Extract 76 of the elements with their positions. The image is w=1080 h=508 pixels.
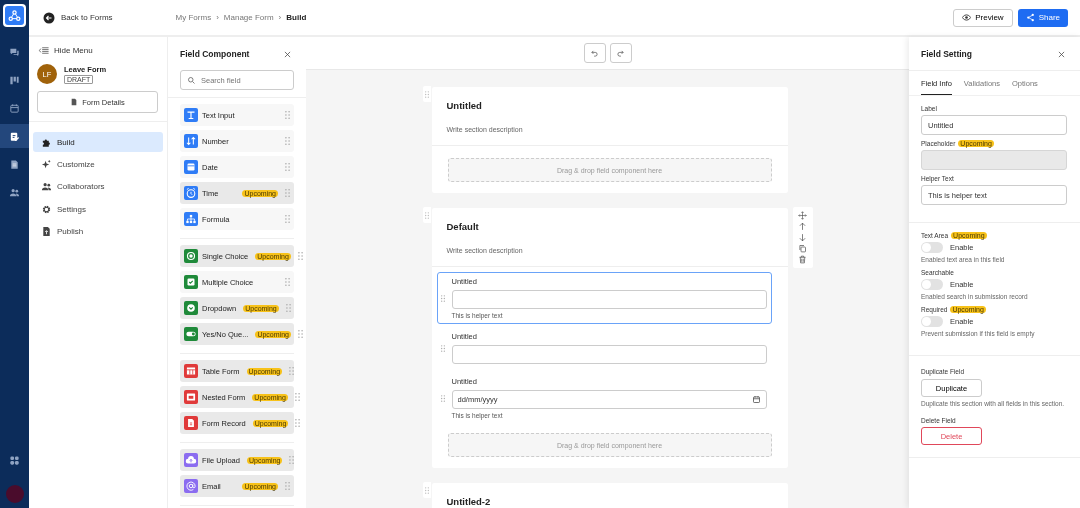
document-icon bbox=[70, 98, 79, 106]
drag-handle-icon[interactable] bbox=[297, 252, 303, 260]
panel-title: Field Component bbox=[180, 49, 250, 59]
drag-handle-icon[interactable] bbox=[285, 278, 290, 286]
breadcrumb-separator: › bbox=[278, 13, 282, 22]
drag-handle-icon[interactable] bbox=[295, 419, 301, 427]
drag-handle-icon[interactable] bbox=[289, 367, 295, 375]
apps-grid-icon[interactable] bbox=[9, 455, 20, 466]
eye-icon bbox=[962, 13, 972, 22]
drag-handle-icon[interactable] bbox=[285, 482, 290, 490]
drag-handle-icon[interactable] bbox=[294, 393, 300, 401]
drag-handle-icon[interactable] bbox=[285, 111, 290, 119]
section-drag-handle[interactable] bbox=[422, 207, 431, 223]
breadcrumb-link[interactable]: Build bbox=[286, 13, 307, 22]
move-icon[interactable] bbox=[798, 211, 807, 220]
chat-icon[interactable] bbox=[9, 46, 20, 58]
back-arrow-icon bbox=[43, 11, 55, 24]
menu-item[interactable]: Build bbox=[33, 132, 163, 152]
preview-button[interactable]: Preview bbox=[953, 8, 1013, 27]
share-button[interactable]: Share bbox=[1017, 8, 1068, 27]
calendar-icon[interactable] bbox=[751, 395, 761, 404]
panel-title: Field Setting bbox=[921, 49, 972, 59]
hide-menu-button[interactable]: Hide Menu bbox=[33, 45, 93, 56]
settings-icon bbox=[41, 203, 52, 215]
arrow-down-icon[interactable] bbox=[798, 233, 807, 242]
user-avatar[interactable] bbox=[5, 485, 24, 503]
close-icon[interactable] bbox=[1057, 49, 1066, 59]
app-logo[interactable] bbox=[3, 4, 26, 27]
menu-item[interactable]: Publish bbox=[33, 221, 163, 242]
board-icon[interactable] bbox=[9, 74, 20, 86]
section-title: Default bbox=[446, 221, 480, 234]
clipboard-icon[interactable] bbox=[9, 130, 20, 142]
toggle-switch[interactable] bbox=[921, 242, 943, 253]
breadcrumb-link[interactable]: My Forms bbox=[175, 13, 212, 22]
section-title: Untitled bbox=[446, 100, 483, 113]
drag-handle-icon[interactable] bbox=[285, 304, 291, 312]
trash-icon[interactable] bbox=[798, 255, 807, 264]
drag-handle-icon[interactable] bbox=[285, 189, 290, 197]
menu-item[interactable]: Customize bbox=[33, 154, 163, 175]
toggle-switch[interactable] bbox=[921, 316, 943, 327]
document-icon[interactable] bbox=[9, 158, 20, 170]
calendar-icon[interactable] bbox=[9, 102, 20, 114]
close-icon[interactable] bbox=[283, 49, 292, 59]
menu-item[interactable]: Settings bbox=[33, 199, 163, 220]
undo-icon bbox=[590, 48, 599, 58]
breadcrumb-separator: › bbox=[216, 13, 219, 22]
back-button[interactable]: Back to Forms bbox=[43, 11, 113, 24]
section-drag-handle[interactable] bbox=[422, 482, 431, 498]
drag-handle-icon[interactable] bbox=[289, 456, 295, 464]
users-icon bbox=[41, 181, 52, 193]
section-drag-handle[interactable] bbox=[422, 86, 431, 102]
redo-icon bbox=[616, 48, 625, 58]
share-icon bbox=[1025, 13, 1035, 22]
section-title: Untitled-2 bbox=[446, 496, 492, 508]
input-field[interactable] bbox=[451, 345, 767, 364]
copy-icon[interactable] bbox=[798, 244, 807, 253]
drag-handle-icon[interactable] bbox=[285, 137, 290, 145]
nav-rail-button[interactable] bbox=[0, 124, 29, 148]
drag-handle-icon[interactable] bbox=[440, 344, 445, 352]
drag-handle-icon[interactable] bbox=[285, 163, 290, 171]
breadcrumb-link[interactable]: Manage Form bbox=[223, 13, 274, 22]
document-upload-icon bbox=[41, 226, 52, 238]
arrow-up-icon[interactable] bbox=[798, 222, 807, 231]
redo-button[interactable] bbox=[609, 43, 632, 63]
drag-handle-icon[interactable] bbox=[297, 330, 303, 338]
menu-item[interactable]: Collaborators bbox=[33, 176, 163, 197]
drag-handle-icon[interactable] bbox=[440, 394, 445, 402]
collapse-menu-icon bbox=[37, 45, 51, 56]
drag-handle-icon[interactable] bbox=[285, 215, 290, 223]
undo-button[interactable] bbox=[583, 43, 606, 63]
drag-handle-icon[interactable] bbox=[440, 294, 445, 302]
toggle-switch[interactable] bbox=[921, 279, 943, 290]
users-icon[interactable] bbox=[9, 186, 20, 198]
input-field[interactable] bbox=[451, 290, 767, 309]
search-icon bbox=[187, 75, 196, 85]
sparkle-icon bbox=[41, 158, 52, 170]
